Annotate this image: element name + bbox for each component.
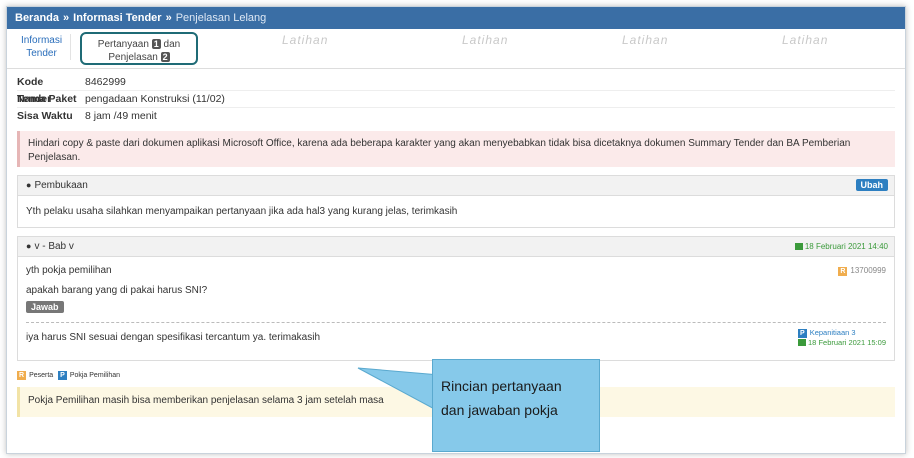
divider [26,322,886,323]
callout-line: dan jawaban pokja [441,402,558,418]
watermark: Latihan [282,33,329,47]
callout-line: Rincian pertanyaan [441,378,562,394]
date-text: 18 Februari 2021 14:40 [804,242,888,251]
jawab-button[interactable]: Jawab [26,301,64,313]
panel-title: Pembukaan [34,180,88,191]
date-text: 18 Februari 2021 15:09 [808,338,886,347]
breadcrumb-separator: » [63,12,70,24]
question-text: apakah barang yang di pakai harus SNI? [26,285,208,296]
tab-label: Informasi [20,35,63,46]
annotation-callout: Rincian pertanyaan dan jawaban pokja [432,359,600,452]
question-greeting: yth pokja pemilihan [26,265,112,276]
info-value: 8 jam /49 menit [85,110,157,122]
answer-meta: P Kepanitiaan 3 18 Februari 2021 15:09 [798,328,886,348]
user-id-tag: R 13700999 [838,261,886,281]
tab-informasi-tender[interactable]: Informasi Tender [13,34,71,60]
legend-label: Pokja Pemilihan [69,372,121,379]
pembukaan-panel: ● Pembukaan Ubah Yth pelaku usaha silahka… [17,175,895,228]
breadcrumb-separator: » [165,12,172,24]
breadcrumb: Beranda» Informasi Tender» Penjelasan Lela… [7,7,905,29]
info-value: 8462999 [85,76,126,88]
pokja-badge: P [58,371,67,380]
answer-text: iya harus SNI sesuai dengan spesifikasi … [26,332,321,343]
answer-date: 18 Februari 2021 15:09 [798,338,886,348]
tab-pertanyaan-penjelasan[interactable]: Pertanyaan 1 dan Penjelasan 2 [80,32,198,65]
watermark: Latihan [622,33,669,47]
tab-label: Pertanyaan [97,39,149,50]
thread-panel: ● v - Bab v 18 Februari 2021 14:40 yth po… [17,236,895,361]
info-label: Nama Paket [17,93,77,105]
answer-row: iya harus SNI sesuai dengan spesifikasi … [26,328,886,354]
pokja-badge: P [798,329,807,338]
panel-header: ● v - Bab v 18 Februari 2021 14:40 [18,237,894,257]
info-label: Kode Tender [17,76,52,105]
info-value: pengadaan Konstruksi (11/02) [85,93,225,105]
tab-bar: Informasi Tender Pertanyaan 1 dan Penjel… [7,29,905,69]
peserta-badge: R [17,371,27,380]
question-greeting-row: yth pokja pemilihan R 13700999 [26,261,886,281]
watermark: Latihan [782,33,829,47]
legend-label: Peserta [29,372,54,379]
breadcrumb-home[interactable]: Beranda [15,12,59,24]
info-row-kode: Kode Tender 8462999 [17,74,895,105]
answer-button-row: Jawab [26,301,886,317]
edit-button[interactable]: Ubah [855,179,888,191]
info-label: Sisa Waktu [17,110,73,122]
thread-date: 18 Februari 2021 14:40 [794,242,888,251]
peserta-badge: R [838,267,848,276]
calendar-icon [794,243,803,250]
question-count-badge: 1 [151,39,161,49]
tender-info: Kode Tender 8462999 Nama Paket pengadaan… [7,69,905,125]
comments-icon: ● [26,241,32,251]
info-row-waktu: Sisa Waktu 8 jam /49 menit [17,108,895,125]
user-id: 13700999 [850,266,886,275]
tab-label: Tender [26,48,57,59]
breadcrumb-informasi-tender[interactable]: Informasi Tender [73,12,161,24]
calendar-icon [798,339,807,346]
answer-count-badge: 2 [160,52,170,62]
panitia-tag: P Kepanitiaan 3 [798,328,886,338]
panel-title: v - Bab v [34,241,74,252]
watermark: Latihan [462,33,509,47]
warning-alert: Hindari copy & paste dari dokumen aplika… [17,131,895,167]
panel-header: ● Pembukaan Ubah [18,176,894,196]
info-row-paket: Nama Paket pengadaan Konstruksi (11/02) [17,91,895,108]
comments-icon: ● [26,180,32,190]
tab-label: dan [163,39,181,50]
pembukaan-text: Yth pelaku usaha silahkan menyampaikan p… [26,206,458,217]
panitia-name: Kepanitiaan 3 [809,328,856,337]
thread-body: yth pokja pemilihan R 13700999 apakah bar… [18,257,894,360]
breadcrumb-current: Penjelasan Lelang [175,12,267,24]
tab-label: Penjelasan [108,52,158,63]
